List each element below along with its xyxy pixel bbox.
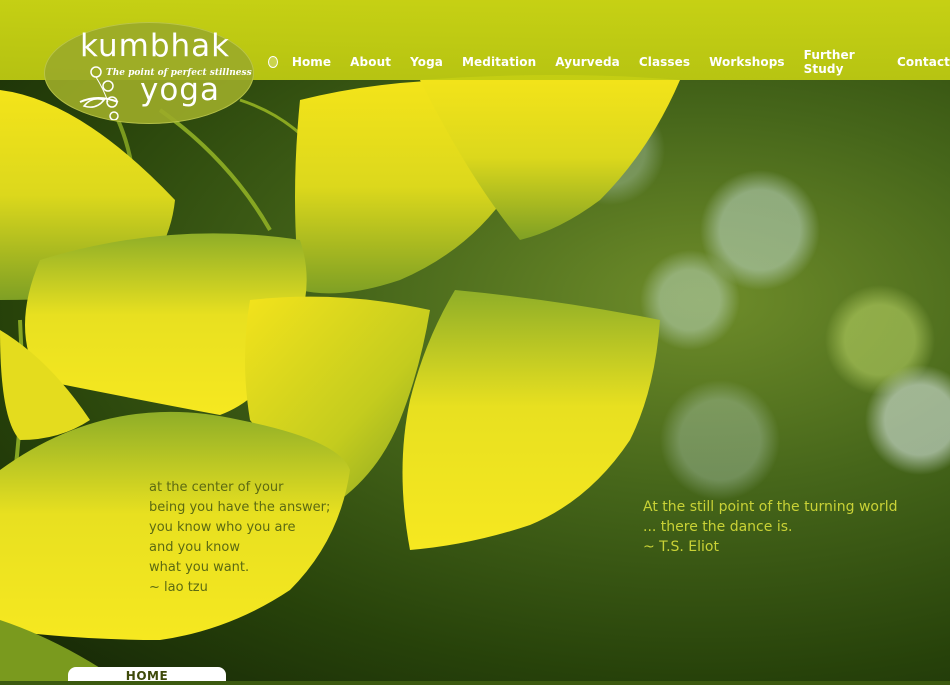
logo-word-yoga: yoga bbox=[140, 72, 220, 108]
quote-lao-tzu: at the center of your being you have the… bbox=[149, 478, 330, 598]
quote-line: ... there the dance is. bbox=[643, 519, 793, 535]
quote-line: being you have the answer; bbox=[149, 500, 331, 515]
quote-author: ~ T.S. Eliot bbox=[643, 539, 719, 555]
nav-meditation[interactable]: Meditation bbox=[462, 55, 536, 69]
nav-bullet-icon bbox=[268, 56, 278, 68]
quote-author: ~ lao tzu bbox=[149, 580, 208, 595]
nav-workshops[interactable]: Workshops bbox=[709, 55, 785, 69]
ginkgo-branch-icon bbox=[79, 66, 119, 120]
logo-word-kumbhak: kumbhak bbox=[80, 28, 231, 64]
quote-ts-eliot: At the still point of the turning world … bbox=[643, 497, 898, 557]
nav-about[interactable]: About bbox=[350, 55, 391, 69]
quote-line: at the center of your bbox=[149, 480, 284, 495]
quote-line: what you want. bbox=[149, 560, 250, 575]
nav-yoga[interactable]: Yoga bbox=[410, 55, 443, 69]
site-logo[interactable]: kumbhak The point of perfect stillness y… bbox=[44, 22, 254, 124]
quote-line: At the still point of the turning world bbox=[643, 499, 898, 515]
main-nav: Home About Yoga Meditation Ayurveda Clas… bbox=[268, 48, 950, 76]
page-tab-home: HOME bbox=[68, 667, 226, 683]
nav-ayurveda[interactable]: Ayurveda bbox=[555, 55, 620, 69]
nav-contact[interactable]: Contact bbox=[897, 55, 950, 69]
nav-further-study[interactable]: Further Study bbox=[804, 48, 878, 76]
quote-line: you know who you are bbox=[149, 520, 296, 535]
nav-home[interactable]: Home bbox=[292, 55, 331, 69]
quote-line: and you know bbox=[149, 540, 240, 555]
nav-classes[interactable]: Classes bbox=[639, 55, 690, 69]
